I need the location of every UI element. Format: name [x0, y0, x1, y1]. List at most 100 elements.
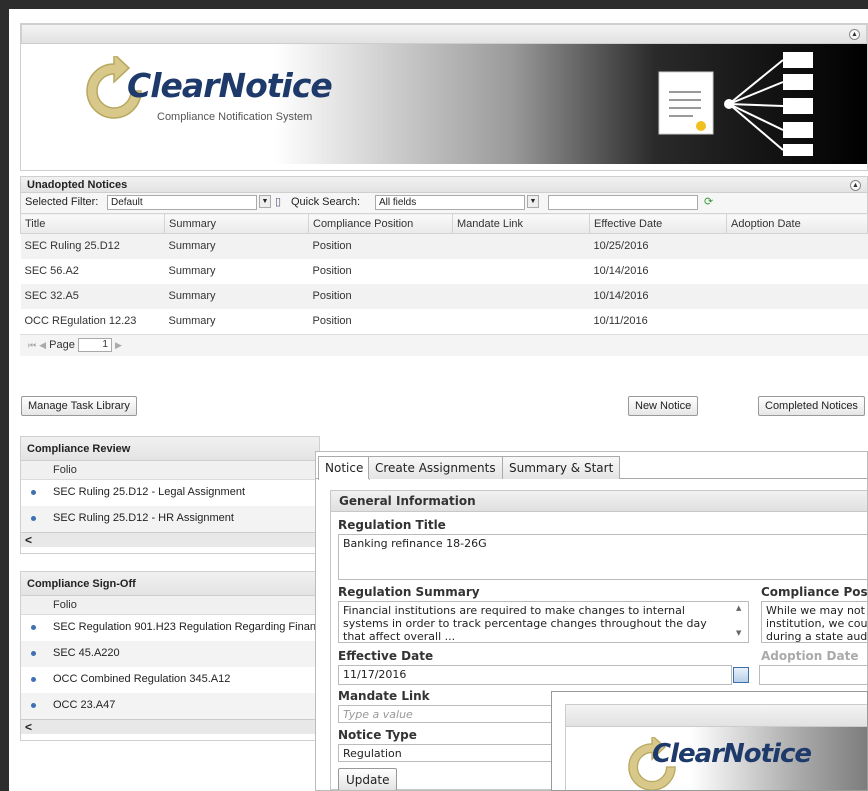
- list-item[interactable]: OCC 23.A47: [21, 693, 319, 719]
- column-header[interactable]: Folio: [21, 461, 319, 480]
- list-item[interactable]: SEC 45.A220: [21, 641, 319, 667]
- collapse-icon[interactable]: ▲: [849, 29, 860, 40]
- filter-row: Selected Filter: Default ▼ ▯ Quick Searc…: [20, 193, 868, 213]
- scroll-down-icon[interactable]: ▼: [736, 629, 741, 637]
- compliance-position-field[interactable]: While we may not institution, we coul du…: [761, 601, 867, 643]
- header-panel: ▲ ClearNotice Compliance Notification Sy…: [20, 23, 868, 171]
- compliance-signoff-panel: Compliance Sign-Off Folio SEC Regulation…: [20, 571, 320, 741]
- cell-summary: Summary: [168, 265, 216, 277]
- pager: ⏮ ◀ Page 1 ▶: [20, 333, 868, 356]
- filter-edit-icon[interactable]: ▯: [275, 195, 281, 208]
- cell-title: SEC Ruling 25.D12: [20, 233, 165, 259]
- cell-position: Position: [312, 315, 352, 327]
- calendar-icon[interactable]: [733, 667, 749, 683]
- unadopted-notices-panel: Unadopted Notices ▲ Selected Filter: Def…: [20, 176, 868, 376]
- review-list: SEC Ruling 25.D12 - Legal Assignment SEC…: [21, 480, 319, 532]
- pager-label: Page: [49, 338, 75, 351]
- regulation-title-field[interactable]: Banking refinance 18-26G: [338, 534, 867, 580]
- adoption-date-field[interactable]: [759, 665, 867, 685]
- cell-position: Position: [312, 265, 352, 277]
- cell-effective: 10/25/2016: [589, 233, 727, 259]
- manage-task-library-button[interactable]: Manage Task Library: [21, 396, 137, 416]
- logo-title: ClearNotice: [127, 66, 333, 105]
- scroll-left-icon[interactable]: <: [25, 533, 32, 547]
- notice-type-label: Notice Type: [338, 728, 417, 742]
- cell-mandate: [452, 283, 590, 309]
- list-item-label: SEC Regulation 901.H23 Regulation Regard…: [53, 621, 319, 633]
- completed-notices-button[interactable]: Completed Notices: [758, 396, 865, 416]
- prev-page-icon[interactable]: ◀: [39, 339, 46, 349]
- cell-position: Position: [308, 283, 453, 309]
- filter-label: Selected Filter:: [25, 196, 99, 208]
- cell-position: Position: [308, 233, 453, 259]
- cell-title: SEC 32.A5: [20, 283, 165, 309]
- bullet-icon: [31, 490, 36, 495]
- regulation-summary-field[interactable]: Financial institutions are required to m…: [338, 601, 749, 643]
- compliance-position-label: Compliance Posit: [761, 585, 868, 599]
- horizontal-scrollbar[interactable]: <: [21, 532, 319, 547]
- tab-notice[interactable]: Notice: [318, 456, 371, 480]
- unadopted-notices-title: Unadopted Notices ▲: [20, 176, 868, 193]
- compliance-review-panel: Compliance Review Folio SEC Ruling 25.D1…: [20, 436, 320, 554]
- notices-table: Title Summary Compliance Position Mandat…: [20, 213, 868, 334]
- list-item-label: SEC Ruling 25.D12 - Legal Assignment: [53, 486, 245, 498]
- column-header[interactable]: Effective Date: [589, 213, 727, 234]
- bullet-icon: [31, 516, 36, 521]
- list-item[interactable]: OCC Combined Regulation 345.A12: [21, 667, 319, 693]
- collapse-icon[interactable]: ▲: [850, 180, 861, 191]
- list-item-label: SEC Ruling 25.D12 - HR Assignment: [53, 512, 234, 524]
- list-item[interactable]: SEC Ruling 25.D12 - Legal Assignment: [21, 480, 319, 506]
- chevron-down-icon[interactable]: ▼: [259, 195, 271, 208]
- quick-search-label: Quick Search:: [291, 196, 361, 208]
- page-input[interactable]: 1: [77, 337, 112, 352]
- header-panel-bar: ▲: [21, 24, 867, 44]
- horizontal-scrollbar[interactable]: <: [21, 719, 319, 734]
- cell-effective: 10/14/2016: [593, 265, 649, 277]
- column-header[interactable]: Adoption Date: [726, 213, 868, 234]
- update-button[interactable]: Update: [338, 768, 398, 790]
- next-page-icon[interactable]: ▶: [115, 339, 122, 349]
- quick-search-input[interactable]: [548, 195, 698, 210]
- quick-search-select[interactable]: All fields: [375, 195, 525, 210]
- list-item[interactable]: SEC Regulation 901.H23 Regulation Regard…: [21, 615, 319, 641]
- cell-summary: Summary: [164, 283, 309, 309]
- list-item-label: SEC 45.A220: [53, 647, 120, 659]
- column-header[interactable]: Title: [20, 213, 165, 234]
- scroll-left-icon[interactable]: <: [25, 720, 32, 734]
- bullet-icon: [31, 651, 36, 656]
- tab-summary-start[interactable]: Summary & Start: [502, 456, 621, 479]
- effective-date-field[interactable]: 11/17/2016: [338, 665, 732, 685]
- cell-mandate: [453, 309, 590, 334]
- mandate-link-input[interactable]: Type a value: [338, 705, 558, 723]
- new-notice-button[interactable]: New Notice: [628, 396, 699, 416]
- column-header[interactable]: Mandate Link: [452, 213, 590, 234]
- cell-effective: 10/14/2016: [589, 283, 727, 309]
- notice-type-field[interactable]: Regulation: [338, 744, 558, 762]
- filter-select[interactable]: Default: [107, 195, 257, 210]
- table-row[interactable]: SEC 56.A2 Summary Position 10/14/2016: [21, 259, 868, 284]
- column-header[interactable]: Compliance Position: [308, 213, 453, 234]
- refresh-icon[interactable]: ⟳: [704, 195, 713, 208]
- column-header[interactable]: Summary: [164, 213, 309, 234]
- chevron-down-icon[interactable]: ▼: [527, 195, 539, 208]
- cell-adoption: [727, 259, 868, 284]
- cell-summary: Summary: [164, 233, 309, 259]
- table-row[interactable]: SEC 32.A5 Summary Position 10/14/2016: [20, 283, 868, 309]
- panel-title: Unadopted Notices: [27, 179, 128, 191]
- cell-title: SEC 56.A2: [24, 265, 79, 277]
- column-header[interactable]: Folio: [21, 596, 319, 615]
- tab-create-assignments[interactable]: Create Assignments: [368, 456, 503, 479]
- table-row[interactable]: SEC Ruling 25.D12 Summary Position 10/25…: [20, 233, 868, 259]
- scroll-up-icon[interactable]: ▲: [736, 604, 741, 612]
- list-item[interactable]: SEC Ruling 25.D12 - HR Assignment: [21, 506, 319, 532]
- notice-distribution-icon: [658, 52, 813, 156]
- table-row[interactable]: OCC REgulation 12.23 Summary Position 10…: [21, 309, 868, 334]
- first-page-icon[interactable]: ⏮: [28, 339, 36, 349]
- cell-mandate: [452, 233, 590, 259]
- section-title: General Information: [331, 491, 867, 512]
- logo-banner: ClearNotice Compliance Notification Syst…: [21, 44, 867, 164]
- nested-app-window: ClearNotice: [551, 691, 868, 791]
- cell-title: OCC REgulation 12.23: [24, 315, 137, 327]
- nested-panel-bar: [566, 705, 867, 727]
- cell-mandate: [453, 259, 590, 284]
